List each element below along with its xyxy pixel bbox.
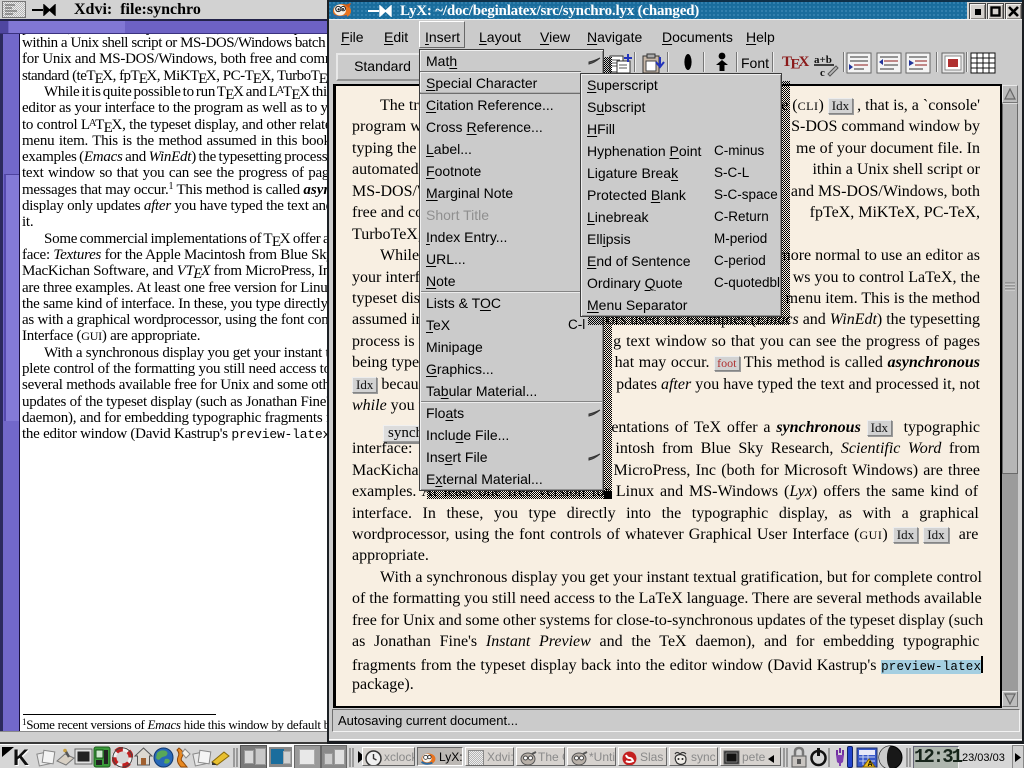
svg-text:c: c: [820, 67, 825, 78]
svg-text:a+b: a+b: [814, 54, 832, 66]
svg-text:A: A: [868, 761, 873, 768]
